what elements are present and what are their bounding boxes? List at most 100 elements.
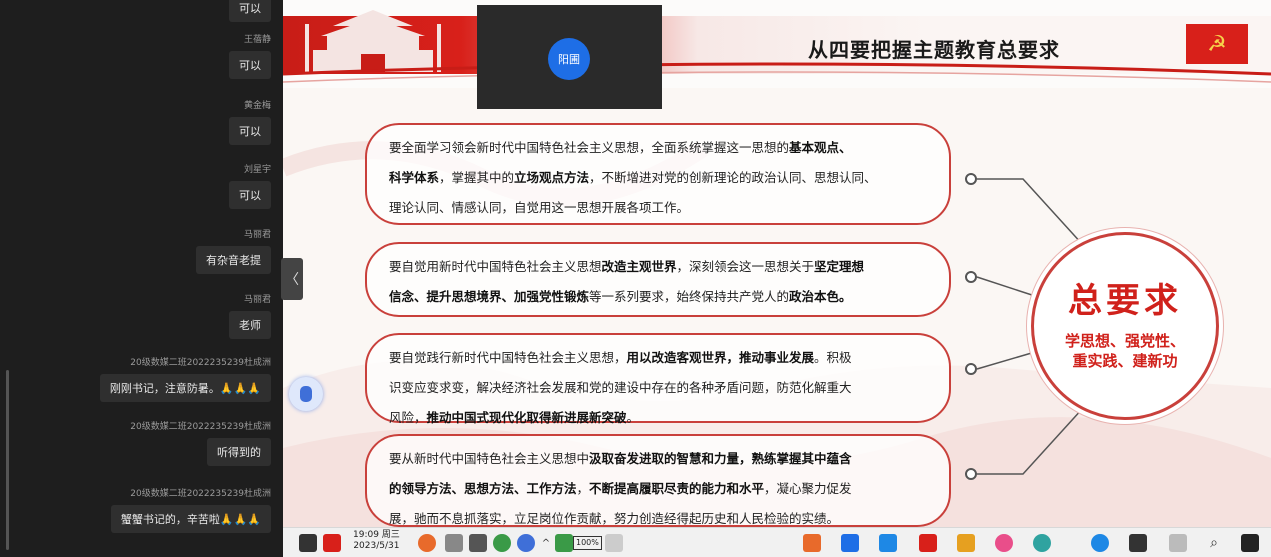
panel-text-bold: 政治本色。 <box>789 289 852 304</box>
panel-line: 科学体系，掌握其中的立场观点方法，不断增进对党的创新理论的政治认同、思想认同、 <box>389 163 927 193</box>
task-view-icon[interactable] <box>1169 534 1187 552</box>
taskbar-app-icon[interactable] <box>1091 534 1109 552</box>
panel-text-bold: 坚定理想 <box>814 259 865 274</box>
taskbar-clock[interactable]: 19:09 周三 2023/5/31 <box>353 530 400 552</box>
chat-sender: 20级数媒二班2022235239杜成洲 <box>130 358 271 368</box>
folder-icon[interactable] <box>957 534 975 552</box>
panel-text-bold: 用以改造客观世界，推动事业发展 <box>626 350 815 365</box>
panel-text-bold: 改造主观世界 <box>601 259 677 274</box>
caret-up-icon[interactable]: ^ <box>539 534 553 552</box>
chat-sender: 马丽君 <box>243 230 271 240</box>
panel-line: 理论认同、情感认同，自觉用这一思想开展各项工作。 <box>389 193 927 223</box>
requirement-panel-1: 要全面学习领会新时代中国特色社会主义思想，全面系统掌握这一思想的基本观点、 科学体… <box>365 123 951 225</box>
panel-text-bold: 推动中国式现代化取得新进展新突破 <box>426 410 627 425</box>
collapse-chat-handle[interactable]: 〈 <box>281 258 303 300</box>
requirement-panel-4: 要从新时代中国特色社会主义思想中汲取奋发进取的智慧和力量，熟练掌握其中蕴含 的领导… <box>365 434 951 527</box>
floating-assistant-button[interactable] <box>289 377 323 411</box>
wps-icon[interactable] <box>919 534 937 552</box>
panel-text: 要自觉用新时代中国特色社会主义思想 <box>389 259 602 274</box>
chat-message: 20级数媒二班2022235239杜成洲 刚刚书记，注意防暑。🙏🙏🙏 <box>99 355 271 402</box>
panel-text-bold: 立场观点方法 <box>514 170 590 185</box>
taskbar-app-icon[interactable] <box>879 534 897 552</box>
tray-app-icon[interactable] <box>555 534 573 552</box>
chat-message: 20级数媒二班2022235239杜成洲 蟹蟹书记的，辛苦啦🙏🙏🙏 <box>110 486 271 533</box>
panel-text: ，凝心聚力促发 <box>764 481 852 496</box>
chat-sender: 王蓓静 <box>243 35 271 45</box>
tray-app-icon[interactable] <box>493 534 511 552</box>
taskbar-app-icon[interactable] <box>803 534 821 552</box>
chat-sender: 20级数媒二班2022235239杜成洲 <box>130 489 271 499</box>
chat-message: 马丽君 老师 <box>229 292 271 339</box>
tray-app-icon[interactable] <box>469 534 487 552</box>
requirement-panel-3: 要自觉践行新时代中国特色社会主义思想，用以改造客观世界，推动事业发展。积极 识变应… <box>365 333 951 425</box>
tray-app-icon[interactable] <box>517 534 535 552</box>
chat-bubble: 蟹蟹书记的，辛苦啦🙏🙏🙏 <box>110 505 271 533</box>
chat-message: 刘星宇 可以 <box>229 162 271 209</box>
presenter-avatar: 阳圃 <box>548 38 590 80</box>
panel-line: 展，驰而不息抓落实，立足岗位作贡献，努力创造经得起历史和人民检验的实绩。 <box>389 504 927 527</box>
panel-text: ，不断增进对党的创新理论的政治认同、思想认同、 <box>589 170 877 185</box>
panel-text: ，掌握其中的 <box>439 170 515 185</box>
panel-line: 信念、提升思想境界、加强党性锻炼等一系列要求，始终保持共产党人的政治本色。 <box>389 282 927 312</box>
clock-time: 19:09 周三 <box>353 530 400 540</box>
chat-message: 20级数媒二班2022235239杜成洲 听得到的 <box>130 419 271 466</box>
panel-text: ， <box>576 481 590 496</box>
chat-message: 黄金梅 可以 <box>229 98 271 145</box>
connector-dot <box>965 363 977 375</box>
panel-text: 要从新时代中国特色社会主义思想中 <box>389 451 590 466</box>
chat-scrollbar[interactable] <box>6 370 9 550</box>
panel-text: 理论认同、情感认同，自觉用这一思想开展各项工作。 <box>389 200 690 215</box>
panel-text: 要自觉践行新时代中国特色社会主义思想， <box>389 350 627 365</box>
presenter-video-tile[interactable]: 阳圃 <box>477 5 662 109</box>
start-menu-icon[interactable] <box>1241 534 1259 552</box>
panel-line: 要全面学习领会新时代中国特色社会主义思想，全面系统掌握这一思想的基本观点、 <box>389 133 927 163</box>
panel-text: 。 <box>626 410 640 425</box>
requirement-panel-2: 要自觉用新时代中国特色社会主义思想改造主观世界，深刻领会这一思想关于坚定理想 信念… <box>365 242 951 317</box>
tray-app-icon[interactable] <box>445 534 463 552</box>
connector-dot <box>965 271 977 283</box>
edge-icon[interactable] <box>1033 534 1051 552</box>
panel-line: 要自觉用新时代中国特色社会主义思想改造主观世界，深刻领会这一思想关于坚定理想 <box>389 252 927 282</box>
taskbar-app-icon[interactable] <box>841 534 859 552</box>
tray-app-icon[interactable] <box>418 534 436 552</box>
taskbar-app-icon[interactable] <box>995 534 1013 552</box>
panel-line: 识变应变求变，解决经济社会发展和党的建设中存在的各种矛盾问题，防范化解重大 <box>389 373 927 403</box>
tray-app-icon[interactable] <box>605 534 623 552</box>
panel-text-bold: 基本观点、 <box>789 140 852 155</box>
chat-panel: 可以 王蓓静 可以 黄金梅 可以 刘星宇 可以 马丽君 有杂音老提 马丽君 老师… <box>0 0 283 557</box>
chat-bubble: 可以 <box>229 51 271 79</box>
taskbar-app-icon[interactable] <box>1129 534 1147 552</box>
panel-text: 等一系列要求，始终保持共产党人的 <box>589 289 790 304</box>
chat-bubble: 有杂音老提 <box>196 246 271 274</box>
chat-message: 可以 <box>229 0 271 22</box>
panel-text-bold: 汲取奋发进取的智慧和力量，熟练掌握其中蕴含 <box>589 451 852 466</box>
microphone-icon <box>300 386 312 402</box>
panel-line: 风险，推动中国式现代化取得新进展新突破。 <box>389 403 927 433</box>
clock-date: 2023/5/31 <box>353 541 400 551</box>
panel-text: 要全面学习领会新时代中国特色社会主义思想，全面系统掌握这一思想的 <box>389 140 790 155</box>
notification-icon[interactable] <box>299 534 317 552</box>
chat-sender: 黄金梅 <box>243 101 271 111</box>
shared-slide: 从四要把握主题教育总要求 ☭ 要全面学习领会新时代中国特色社会主义思想，全面系统… <box>283 0 1271 527</box>
app-tray-icon[interactable] <box>323 534 341 552</box>
search-icon[interactable]: ⌕ <box>1205 534 1223 552</box>
summary-title: 总要求 <box>1068 281 1182 321</box>
battery-indicator[interactable]: 100% <box>573 536 602 550</box>
connector-dot <box>965 468 977 480</box>
chat-sender: 马丽君 <box>243 295 271 305</box>
panel-line: 要从新时代中国特色社会主义思想中汲取奋发进取的智慧和力量，熟练掌握其中蕴含 <box>389 444 927 474</box>
panel-text-bold: 不断提高履职尽责的能力和水平 <box>589 481 765 496</box>
chat-bubble: 听得到的 <box>207 438 271 466</box>
screen: 可以 王蓓静 可以 黄金梅 可以 刘星宇 可以 马丽君 有杂音老提 马丽君 老师… <box>0 0 1271 557</box>
panel-text: 识变应变求变，解决经济社会发展和党的建设中存在的各种矛盾问题，防范化解重大 <box>389 380 852 395</box>
summary-subtitle: 学思想、强党性、重实践、建新功 <box>1064 332 1185 370</box>
panel-text-bold: 信念、提升思想境界、加强党性锻炼 <box>389 289 590 304</box>
chat-bubble: 老师 <box>229 311 271 339</box>
chat-bubble: 刚刚书记，注意防暑。🙏🙏🙏 <box>99 374 271 402</box>
chat-bubble: 可以 <box>229 181 271 209</box>
panel-text-bold: 的领导方法、思想方法、工作方法 <box>389 481 577 496</box>
panel-text: 展，驰而不息抓落实，立足岗位作贡献，努力创造经得起历史和人民检验的实绩。 <box>389 511 840 526</box>
chat-message: 马丽君 有杂音老提 <box>196 227 271 274</box>
panel-text: ，深刻领会这一思想关于 <box>676 259 815 274</box>
panel-text-bold: 科学体系 <box>389 170 440 185</box>
